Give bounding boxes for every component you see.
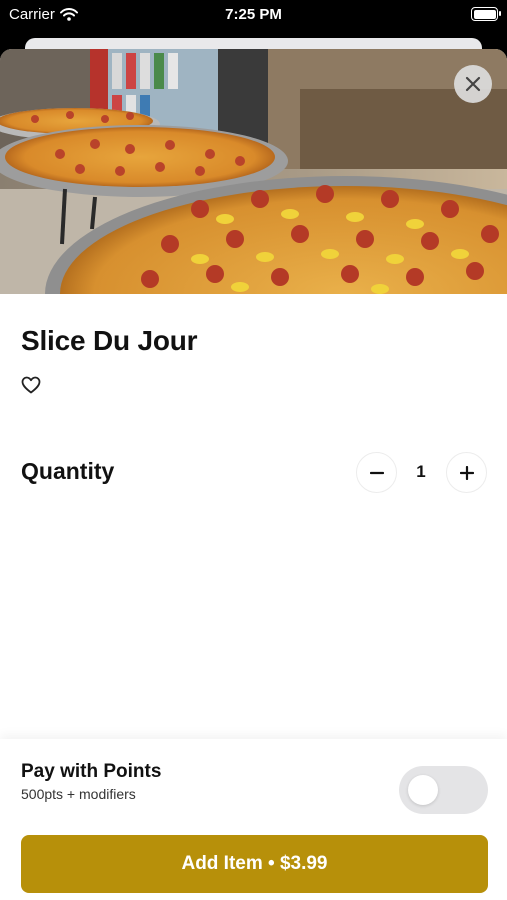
item-title: Slice Du Jour [21,325,198,356]
item-detail-sheet: Slice Du Jour Quantity 1 Pay with Points… [0,49,507,900]
close-button[interactable] [454,65,492,103]
battery-icon [471,7,501,21]
plus-icon [459,465,474,480]
minus-icon [369,471,384,474]
pay-with-points-title: Pay with Points [21,761,162,782]
battery-fill [473,9,496,19]
pay-with-points-subtitle: 500pts + modifiers [21,786,136,802]
heart-icon[interactable] [21,376,41,394]
item-hero-image [0,49,507,294]
add-item-button[interactable]: Add Item • $3.99 [21,835,488,893]
toggle-knob [408,775,438,805]
close-icon [465,76,481,92]
pay-with-points-toggle[interactable] [399,766,488,814]
checkout-footer: Pay with Points 500pts + modifiers Add I… [0,739,507,900]
quantity-value: 1 [416,462,426,481]
quantity-decrease-button[interactable] [356,452,397,493]
quantity-increase-button[interactable] [446,452,487,493]
quantity-label: Quantity [21,458,115,484]
status-time: 7:25 PM [225,6,282,23]
status-bar: Carrier 7:25 PM [0,0,507,30]
